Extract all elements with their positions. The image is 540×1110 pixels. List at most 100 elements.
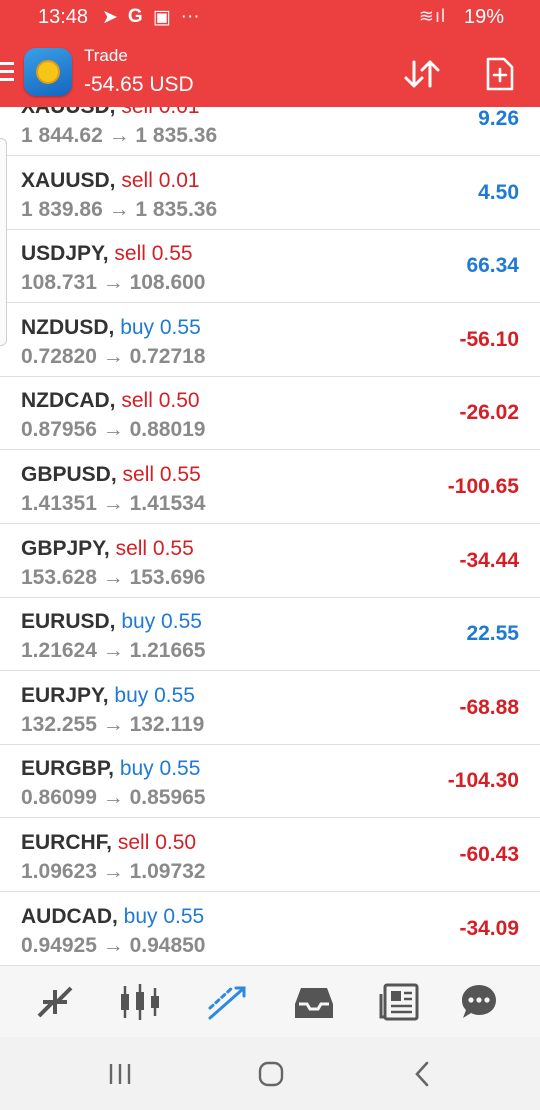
trade-prices: 132.255 → 132.119	[21, 712, 205, 736]
trade-symbol: EURJPY, buy 0.55	[21, 684, 195, 708]
symbol-name: NZDUSD,	[21, 315, 115, 339]
trade-profit: -34.44	[459, 548, 519, 572]
symbol-name: XAUUSD,	[21, 168, 116, 192]
trade-prices: 0.94925 → 0.94850	[21, 933, 206, 957]
nav-trade[interactable]	[203, 978, 251, 1026]
trade-icon	[208, 986, 246, 1020]
chat-icon	[462, 985, 496, 1018]
trade-prices: 0.72820 → 0.72718	[21, 344, 206, 368]
trade-direction: buy 0.55	[114, 683, 195, 707]
symbol-name: EURJPY,	[21, 683, 109, 707]
trade-profit: -104.30	[447, 769, 519, 793]
nav-chat[interactable]	[455, 978, 503, 1026]
trade-symbol: EURUSD, buy 0.55	[21, 610, 202, 634]
page-title: Trade	[84, 46, 128, 65]
symbol-name: NZDCAD,	[21, 389, 116, 413]
symbol-name: USDJPY,	[21, 242, 109, 266]
trade-row[interactable]: AUDCAD, buy 0.55 0.94925 → 0.94850 -34.09	[0, 893, 540, 965]
trade-row[interactable]: XAUUSD, sell 0.01 1 844.62 → 1 835.36 9.26	[0, 107, 540, 156]
wifi-signal-icon: ≋ıl	[418, 6, 446, 26]
nav-history[interactable]	[290, 978, 338, 1026]
trade-profit: -34.09	[459, 916, 519, 940]
trade-row[interactable]: EURJPY, buy 0.55 132.255 → 132.119 -68.88	[0, 672, 540, 745]
trade-direction: sell 0.55	[115, 536, 194, 560]
symbol-name: AUDCAD,	[21, 904, 118, 928]
trade-profit: -56.10	[459, 327, 519, 351]
chart-icon	[121, 984, 159, 1020]
trade-direction: sell 0.01	[121, 168, 200, 192]
trade-prices: 108.731 → 108.600	[21, 271, 206, 295]
symbol-name: EURUSD,	[21, 610, 116, 634]
trade-prices: 0.87956 → 0.88019	[21, 418, 206, 442]
symbol-name: GBPJPY,	[21, 536, 110, 560]
trade-prices: 1.21624 → 1.21665	[21, 639, 206, 663]
trade-profit: -100.65	[447, 475, 519, 498]
trade-row[interactable]: EURGBP, buy 0.55 0.86099 → 0.85965 -104.30	[0, 745, 540, 819]
home-icon	[258, 1061, 284, 1087]
trade-direction: buy 0.55	[121, 610, 202, 634]
back-button[interactable]	[402, 1057, 442, 1091]
trade-symbol: XAUUSD, sell 0.01	[21, 169, 200, 193]
gallery-icon: ▣	[152, 7, 171, 28]
home-button[interactable]	[251, 1057, 291, 1091]
app-logo-icon	[24, 48, 72, 96]
trade-symbol: GBPJPY, sell 0.55	[21, 537, 194, 561]
trade-symbol: XAUUSD, sell 0.01	[21, 107, 200, 119]
trade-direction: sell 0.55	[122, 463, 201, 486]
more-notifications-icon: ···	[180, 6, 200, 27]
trade-profit: -26.02	[459, 401, 519, 425]
trade-row[interactable]: NZDCAD, sell 0.50 0.87956 → 0.88019 -26.02	[0, 377, 540, 451]
trade-profit: -60.43	[459, 843, 519, 866]
trade-profit: 66.34	[466, 254, 519, 278]
new-order-icon	[486, 57, 514, 91]
trade-row[interactable]: EURUSD, buy 0.55 1.21624 → 1.21665 22.55	[0, 598, 540, 672]
nav-news[interactable]	[376, 978, 424, 1026]
trade-prices: 0.86099 → 0.85965	[21, 786, 206, 810]
drawer-edge-handle[interactable]	[0, 138, 7, 346]
trade-direction: sell 0.50	[117, 831, 197, 854]
trade-profit: 22.55	[466, 622, 519, 646]
trade-direction: sell 0.55	[114, 242, 193, 266]
quotes-icon	[37, 986, 73, 1018]
trade-profit: -68.88	[459, 695, 519, 719]
account-balance: -54.65 USD	[84, 73, 194, 96]
symbol-name: GBPUSD,	[21, 463, 117, 486]
system-navigation-bar	[0, 1037, 540, 1110]
trade-prices: 1 844.62 → 1 835.36	[21, 124, 218, 147]
new-order-button[interactable]	[482, 56, 522, 92]
bottom-navigation	[0, 965, 540, 1038]
symbol-name: XAUUSD,	[21, 107, 116, 118]
trade-list[interactable]: XAUUSD, sell 0.01 1 844.62 → 1 835.36 9.26…	[0, 107, 540, 965]
status-bar: 13:48 ➤ G ▣ ··· ≋ıl 19%	[0, 0, 540, 36]
menu-icon[interactable]	[0, 62, 14, 86]
trade-symbol: GBPUSD, sell 0.55	[21, 463, 201, 487]
trade-direction: sell 0.50	[121, 389, 200, 413]
top-bar: 13:48 ➤ G ▣ ··· ≋ıl 19% Trade -54.65 USD	[0, 0, 540, 107]
symbol-name: EURGBP,	[21, 757, 114, 781]
trade-symbol: USDJPY, sell 0.55	[21, 242, 193, 266]
trade-profit: 9.26	[478, 107, 519, 130]
nav-chart[interactable]	[116, 978, 164, 1026]
trade-row[interactable]: GBPUSD, sell 0.55 1.41351 → 1.41534 -100.6…	[0, 451, 540, 524]
trade-symbol: EURGBP, buy 0.55	[21, 757, 200, 781]
trade-symbol: EURCHF, sell 0.50	[21, 831, 196, 855]
trade-row[interactable]: XAUUSD, sell 0.01 1 839.86 → 1 835.36 4.50	[0, 157, 540, 230]
trade-row[interactable]: NZDUSD, buy 0.55 0.72820 → 0.72718 -56.10	[0, 304, 540, 377]
nav-quotes[interactable]	[31, 978, 79, 1026]
recents-button[interactable]	[100, 1057, 140, 1091]
trade-symbol: AUDCAD, buy 0.55	[21, 905, 204, 929]
trade-symbol: NZDUSD, buy 0.55	[21, 316, 201, 340]
notification-icons: ➤ G ▣ ···	[102, 6, 200, 29]
trade-row[interactable]: EURCHF, sell 0.50 1.09623 → 1.09732 -60.43	[0, 819, 540, 892]
google-icon: G	[127, 6, 143, 27]
sort-button[interactable]	[402, 56, 442, 92]
status-time: 13:48	[38, 6, 89, 28]
back-icon	[415, 1061, 429, 1087]
telegram-icon: ➤	[102, 7, 118, 28]
trade-prices: 1 839.86 → 1 835.36	[21, 197, 218, 221]
trade-profit: 4.50	[478, 180, 519, 204]
trade-row[interactable]: USDJPY, sell 0.55 108.731 → 108.600 66.34	[0, 230, 540, 304]
trade-row[interactable]: GBPJPY, sell 0.55 153.628 → 153.696 -34.44	[0, 525, 540, 598]
sort-icon	[404, 60, 440, 88]
trade-symbol: NZDCAD, sell 0.50	[21, 389, 200, 413]
